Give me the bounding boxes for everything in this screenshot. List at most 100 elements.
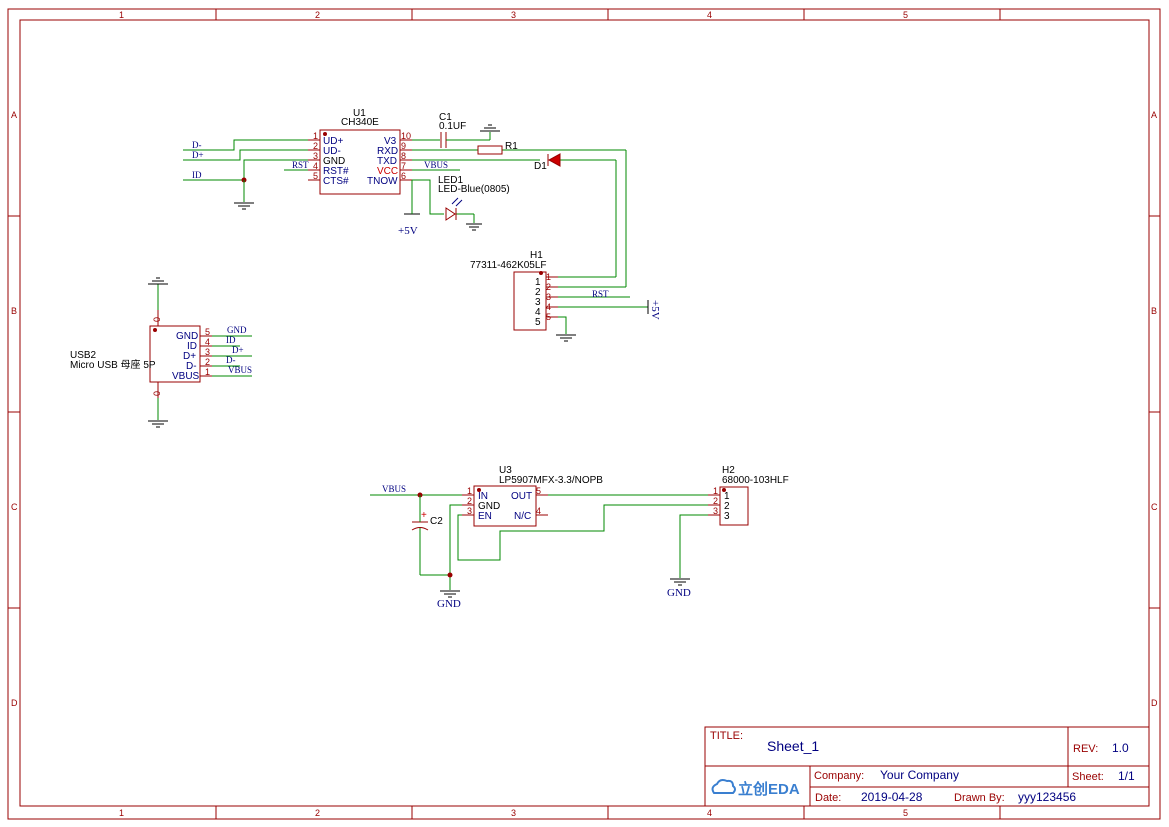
net-label-gnd-h2: GND xyxy=(667,587,691,599)
u1-pin-num: 6 xyxy=(401,171,406,181)
u3-pin-name: OUT xyxy=(511,491,532,502)
usb2-pin-num: 4 xyxy=(205,337,210,347)
row-label: A xyxy=(11,110,17,120)
h1-pin-num: 5 xyxy=(546,312,551,322)
col-label: 4 xyxy=(707,10,712,20)
c2-capacitor[interactable]: + C2 xyxy=(411,510,443,531)
u1-pin-num: 4 xyxy=(313,161,318,171)
h2-pin-num: 1 xyxy=(713,486,718,496)
u3-pin-num: 1 xyxy=(467,486,472,496)
h1-connector[interactable]: H1 77311-462K05LF 1 2 3 4 5 1 2 3 4 5 xyxy=(470,250,558,331)
usb2-pin-num: 2 xyxy=(205,357,210,367)
usb2-pin-num: 3 xyxy=(205,347,210,357)
u3-pin-name: N/C xyxy=(514,511,531,522)
net-label-rst-h1: RST xyxy=(592,289,609,299)
net-label-id: ID xyxy=(192,170,202,180)
h2-pin-num: 3 xyxy=(713,506,718,516)
sheet-label: Sheet: xyxy=(1072,771,1104,783)
col-label: 3 xyxy=(511,808,516,818)
h1-wiring: RST +5V xyxy=(556,276,661,342)
u3-value: LP5907MFX-3.3/NOPB xyxy=(499,475,603,486)
net-label-d-plus: D+ xyxy=(192,150,204,160)
h1-pin-num: 1 xyxy=(546,272,551,282)
usb2-shield-num: 0 xyxy=(152,317,162,322)
d1-diode[interactable]: D1 xyxy=(534,153,561,172)
h2-connector[interactable]: H2 68000-103HLF 1 2 3 1 2 3 xyxy=(708,465,789,526)
row-label: B xyxy=(1151,306,1157,316)
col-label: 5 xyxy=(903,808,908,818)
col-label: 1 xyxy=(119,10,124,20)
col-label: 2 xyxy=(315,10,320,20)
h1-value: 77311-462K05LF xyxy=(470,260,547,271)
c1-value: 0.1UF xyxy=(439,121,466,132)
power-wiring: VBUS GND GND xyxy=(370,484,716,610)
usb2-pin-num: 5 xyxy=(205,327,210,337)
net-label-vbus-usb: VBUS xyxy=(228,365,252,375)
h1-pin-name: 5 xyxy=(535,317,541,328)
row-label: D xyxy=(11,698,18,708)
net-label-vbus-u1: VBUS xyxy=(424,160,448,170)
col-label: 3 xyxy=(511,10,516,20)
net-label-plus5v-h1: +5V xyxy=(649,300,661,320)
r1-resistor[interactable]: R1 xyxy=(477,141,518,155)
h1-pin-num: 4 xyxy=(546,302,551,312)
h2-pin-num: 2 xyxy=(713,496,718,506)
row-label: C xyxy=(11,502,18,512)
net-label-gnd-usb: GND xyxy=(227,325,247,335)
schematic-canvas: 1 2 3 4 5 1 2 3 4 5 A B C D A B C D U1 C… xyxy=(7,8,1161,820)
h1-pin-num: 3 xyxy=(546,292,551,302)
drawn-by-value: yyy123456 xyxy=(1018,790,1076,804)
usb2-value: Micro USB 母座 5P xyxy=(70,358,156,371)
rev-label: REV: xyxy=(1073,743,1098,755)
r1-ref: R1 xyxy=(505,141,518,152)
u3-pin-num: 5 xyxy=(536,486,541,496)
u3-pin-num: 2 xyxy=(467,496,472,506)
usb2-pin-num: 1 xyxy=(205,367,210,377)
net-label-rst: RST xyxy=(292,160,309,170)
net-label-d-plus-usb: D+ xyxy=(232,345,244,355)
row-label: C xyxy=(1151,502,1158,512)
usb2-connector[interactable]: USB2 Micro USB 母座 5P GND ID D+ D- VBUS 5… xyxy=(70,310,212,398)
net-label-d-minus: D- xyxy=(192,140,202,150)
u1-pin-num: 3 xyxy=(313,151,318,161)
u3-pin-name: EN xyxy=(478,511,492,522)
col-label: 4 xyxy=(707,808,712,818)
net-label-d-minus-usb: D- xyxy=(226,355,236,365)
u1-value: CH340E xyxy=(341,117,379,128)
u1-pin-num: 2 xyxy=(313,141,318,151)
h2-value: 68000-103HLF xyxy=(722,475,789,486)
company-label: Company: xyxy=(814,770,864,782)
drawing-frame: 1 2 3 4 5 1 2 3 4 5 A B C D A B C D xyxy=(7,8,1161,820)
title-block: TITLE: Sheet_1 REV: 1.0 Company: Your Co… xyxy=(704,726,1150,807)
c2-plus: + xyxy=(421,510,427,521)
net-label-vbus-power: VBUS xyxy=(382,484,406,494)
usb2-pin-name: VBUS xyxy=(172,371,200,382)
logo-text: 立创EDA xyxy=(738,780,800,798)
net-label-gnd-u3: GND xyxy=(437,598,461,610)
row-label: A xyxy=(1151,110,1157,120)
u1-pin-num: 5 xyxy=(313,171,318,181)
date-label: Date: xyxy=(815,792,841,804)
col-label: 1 xyxy=(119,808,124,818)
u1-pin-num: 8 xyxy=(401,151,406,161)
rev-value: 1.0 xyxy=(1112,741,1129,755)
title-value: Sheet_1 xyxy=(767,738,819,754)
c1-capacitor[interactable]: C1 0.1UF xyxy=(439,112,466,132)
led1[interactable]: LED1 LED-Blue(0805) xyxy=(438,175,510,221)
u3-pin-num: 3 xyxy=(467,506,472,516)
row-label: D xyxy=(1151,698,1158,708)
company-value: Your Company xyxy=(880,768,959,782)
u1-ch340e[interactable]: U1 CH340E 1 2 3 4 5 UD+ UD- GND RST# CTS… xyxy=(308,108,412,195)
u1-pin-num: 7 xyxy=(401,161,406,171)
u1-left-wiring: D- D+ ID RST xyxy=(183,139,309,210)
title-label: TITLE: xyxy=(710,730,743,742)
d1-ref: D1 xyxy=(534,161,547,172)
drawn-by-label: Drawn By: xyxy=(954,792,1005,804)
sheet-value: 1/1 xyxy=(1118,769,1135,783)
col-label: 2 xyxy=(315,808,320,818)
u1-pin-num: 1 xyxy=(313,131,318,141)
row-label: B xyxy=(11,306,17,316)
u1-pin-num: 10 xyxy=(401,131,411,141)
net-label-plus5v: +5V xyxy=(398,225,418,237)
usb2-shield-num: 0 xyxy=(152,391,162,396)
